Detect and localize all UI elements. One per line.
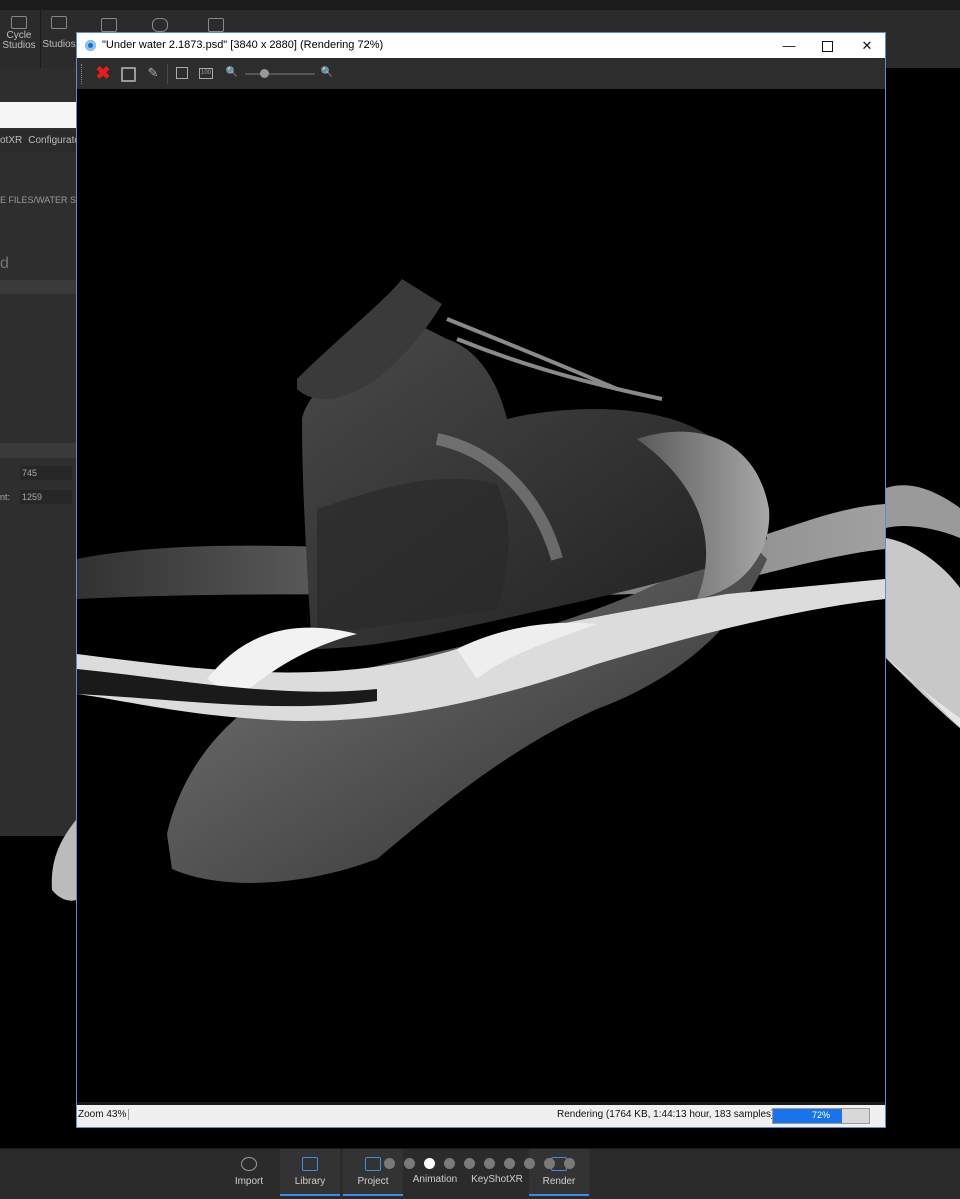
render-window: "Under water 2.1873.psd" [3840 x 2880] (… (76, 32, 886, 1128)
realtime-viewport (886, 68, 960, 1148)
carousel-dot[interactable] (404, 1158, 415, 1169)
toolbar-grip[interactable] (81, 64, 84, 84)
panel-divider (0, 280, 76, 294)
height-field: nt: 1259 (0, 490, 76, 504)
minimize-button[interactable]: — (769, 33, 809, 58)
render-window-title: "Under water 2.1873.psd" [3840 x 2880] (… (102, 39, 384, 51)
carousel-dot[interactable] (484, 1158, 495, 1169)
render-label: Render (542, 1176, 576, 1187)
bottom-dock: Import Library Project Animation KeyShot… (0, 1148, 960, 1199)
library-button[interactable]: Library (280, 1149, 340, 1196)
partial-label: d (0, 255, 9, 272)
keyshotxr-button[interactable]: KeyShotXR (467, 1149, 527, 1194)
edit-button[interactable]: ✎ (145, 65, 161, 81)
save-button[interactable] (120, 65, 136, 82)
maximize-button[interactable] (807, 33, 847, 58)
studios-label: Studios (42, 39, 76, 50)
carousel-dot[interactable] (384, 1158, 395, 1169)
animation-button[interactable]: Animation (405, 1149, 465, 1194)
import-button[interactable]: Import (219, 1149, 279, 1194)
zoom-100-button[interactable]: 100 (198, 65, 214, 81)
tab-configurator[interactable]: Configurato (28, 135, 76, 146)
zoom-100-icon: 100 (199, 68, 213, 79)
fit-icon (176, 67, 188, 79)
carousel-dot[interactable] (444, 1158, 455, 1169)
file-path: E FILES/WATER SC (0, 195, 76, 205)
render-button[interactable]: Render (529, 1149, 589, 1196)
render-toolbar: ✖ ✎ 100 🔍 🔍 (77, 58, 885, 89)
carousel-dot[interactable] (544, 1158, 555, 1169)
height-input[interactable]: 1259 (20, 490, 72, 504)
animation-label: Animation (412, 1174, 458, 1185)
toolbar-divider (167, 64, 168, 84)
studios-icon (51, 16, 67, 29)
cycle-studios-label: Studios (2, 40, 36, 51)
project-button[interactable]: Project (343, 1149, 403, 1196)
viewport-shoe-fragment (51, 820, 76, 901)
cycle-studios-icon (11, 16, 27, 29)
render-statusbar: Zoom 43% Rendering (1764 KB, 1:44:13 hou… (77, 1102, 885, 1127)
environments-icon[interactable] (208, 18, 224, 32)
fit-to-window-button[interactable] (174, 65, 190, 81)
project-label: Project (357, 1176, 389, 1187)
render-progress-label: 72% (811, 1110, 830, 1120)
close-button[interactable]: ✕ (847, 33, 885, 58)
library-label: Library (294, 1176, 326, 1187)
panel-tabs: otXR Configurato (0, 130, 76, 152)
cycle-studios-button[interactable]: Cycle Studios (0, 10, 38, 68)
field-label: nt: (0, 492, 11, 502)
viewport-render (886, 485, 960, 728)
library-icon (302, 1157, 318, 1171)
panel-header (0, 102, 76, 128)
carousel-dot[interactable] (464, 1158, 475, 1169)
carousel-dot-active[interactable] (424, 1158, 435, 1169)
tab-keyshotxr[interactable]: otXR (0, 135, 22, 146)
render-window-titlebar[interactable]: "Under water 2.1873.psd" [3840 x 2880] (… (77, 33, 885, 58)
carousel-dot[interactable] (504, 1158, 515, 1169)
save-icon (120, 67, 136, 82)
maximize-icon (821, 41, 833, 53)
width-input[interactable]: 745 (20, 466, 72, 480)
import-icon (241, 1157, 257, 1171)
render-status-text: Rendering (1764 KB, 1:44:13 hour, 183 sa… (557, 1109, 775, 1120)
cancel-render-button[interactable]: ✖ (95, 64, 111, 82)
panel-divider (0, 443, 76, 458)
project-icon (365, 1157, 381, 1171)
carousel-dot[interactable] (564, 1158, 575, 1169)
keyshotxr-label: KeyShotXR (471, 1174, 523, 1185)
width-field: 745 (0, 466, 76, 480)
zoom-slider-handle[interactable] (260, 69, 269, 78)
cameras-icon[interactable] (101, 18, 117, 32)
render-image (77, 279, 885, 883)
materials-icon[interactable] (152, 18, 168, 32)
app-title-bar (0, 0, 960, 10)
carousel-dot[interactable] (524, 1158, 535, 1169)
render-canvas[interactable] (77, 89, 885, 1101)
import-label: Import (234, 1176, 264, 1187)
render-progress-bar: 72% (772, 1108, 870, 1124)
zoom-out-button[interactable]: 🔍 (224, 65, 240, 81)
zoom-level: Zoom 43% (78, 1109, 130, 1120)
zoom-in-button[interactable]: 🔍 (319, 65, 335, 81)
studios-button[interactable]: Studios (40, 10, 77, 68)
zoom-slider-track[interactable] (245, 73, 315, 75)
keyshot-app-icon (85, 40, 96, 51)
